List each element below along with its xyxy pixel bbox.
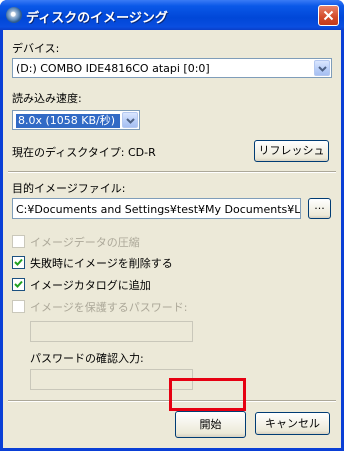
start-button[interactable]: 開始 [175,411,246,438]
disc-icon [6,7,22,23]
dialog-window: ディスクのイメージング デバイス: (D:) COMBO IDE4816CO a… [0,0,344,451]
target-file-input[interactable]: C:¥Documents and Settings¥test¥My Docume… [12,198,301,219]
cancel-button[interactable]: キャンセル [255,412,330,435]
title-bar[interactable]: ディスクのイメージング [0,0,344,30]
window-title: ディスクのイメージング [26,11,168,26]
add-to-catalog-label: イメージカタログに追加 [30,279,151,292]
close-button[interactable] [318,5,339,26]
delete-on-failure-checkbox[interactable] [12,256,25,269]
browse-button[interactable]: ... [308,198,331,219]
device-select[interactable]: (D:) COMBO IDE4816CO atapi [0:0] [12,58,332,78]
compress-label: イメージデータの圧縮 [30,236,140,249]
speed-dropdown-button[interactable] [122,112,138,128]
password-protect-checkbox[interactable] [12,300,25,313]
device-label: デバイス: [12,42,60,55]
delete-on-failure-label: 失敗時にイメージを削除する [30,257,173,270]
chevron-down-icon [318,66,327,72]
refresh-button[interactable]: リフレッシュ [254,140,329,162]
checkmark-icon [14,258,23,266]
speed-label: 読み込み速度: [12,92,82,105]
password-confirm-label: パスワードの確認入力: [30,352,144,365]
password-protect-label: イメージを保護するパスワード: [30,301,188,314]
speed-select-value: 8.0x (1058 KB/秒) [16,114,120,128]
start-button-highlight [169,378,246,411]
device-select-value: (D:) COMBO IDE4816CO atapi [0:0] [16,62,210,75]
password-input[interactable] [30,321,193,342]
device-dropdown-button[interactable] [314,60,330,76]
target-file-label: 目的イメージファイル: [12,182,126,195]
close-icon [323,10,334,21]
speed-select[interactable]: 8.0x (1058 KB/秒) [12,110,140,130]
checkmark-icon [14,280,23,288]
compress-checkbox[interactable] [12,235,25,248]
separator [8,171,336,173]
add-to-catalog-checkbox[interactable] [12,278,25,291]
chevron-down-icon [126,118,135,124]
disc-type-text: 現在のディスクタイプ: CD-R [12,146,156,159]
target-file-value: C:¥Documents and Settings¥test¥My Docume… [16,203,300,216]
